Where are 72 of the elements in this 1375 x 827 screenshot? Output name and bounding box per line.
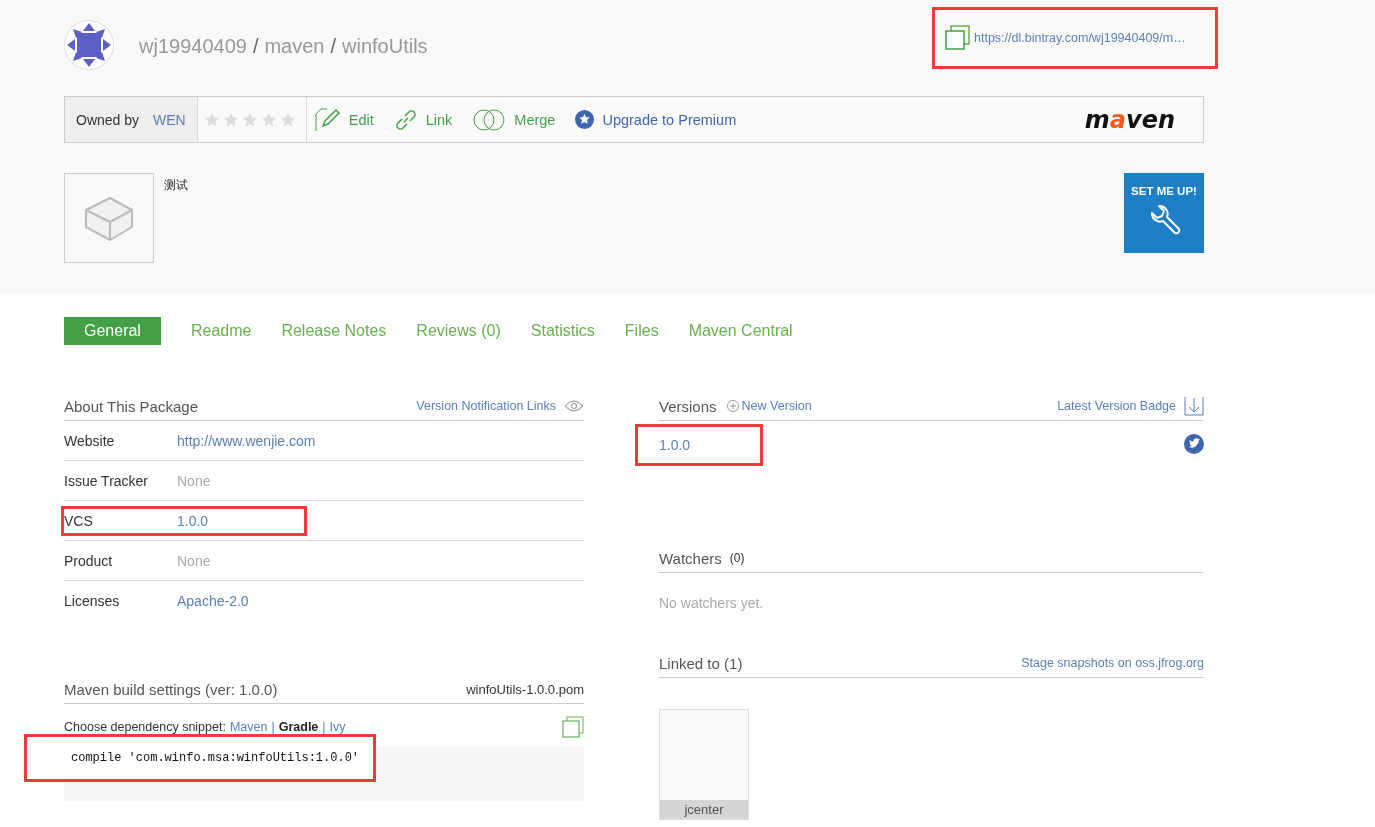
plus-circle-icon[interactable] — [726, 400, 739, 412]
package-box-icon — [64, 173, 154, 263]
copy-icon[interactable] — [562, 716, 584, 738]
owner-link[interactable]: WEN — [153, 111, 186, 128]
download-url-link[interactable]: https://dl.bintray.com/wj19940409/m… — [974, 31, 1186, 45]
new-version-link[interactable]: New Version — [741, 399, 812, 413]
section-title: Watchers — [659, 549, 722, 567]
star-icon[interactable] — [222, 111, 239, 128]
tab[interactable]: Readme — [190, 317, 252, 345]
watcher-count: (0) — [729, 551, 745, 565]
tab[interactable]: Files — [624, 317, 659, 345]
chain-link-icon — [393, 107, 418, 132]
copy-icon[interactable] — [945, 25, 971, 51]
star-icon[interactable] — [203, 111, 220, 128]
field-value: None — [177, 472, 211, 489]
empty-message: No watchers yet. — [659, 595, 765, 613]
field-label: Licenses — [64, 592, 121, 609]
download-icon[interactable] — [1184, 396, 1204, 416]
section-title: About This Package — [64, 397, 198, 415]
section-title: Linked to (1) — [659, 654, 743, 672]
version-link[interactable]: 1.0.0 — [635, 424, 764, 466]
star-icon[interactable] — [260, 111, 277, 128]
snippet-label: Choose dependency snippet: — [64, 720, 226, 734]
stage-snapshots-link[interactable]: Stage snapshots on oss.jfrog.org — [1021, 656, 1204, 670]
pom-filename: winfoUtils-1.0.0.pom — [466, 681, 584, 697]
field-label: Product — [64, 552, 114, 569]
package-description: 测试 — [164, 177, 188, 194]
twitter-icon[interactable] — [1184, 433, 1204, 454]
avatar-icon — [64, 20, 114, 70]
star-icon[interactable] — [241, 111, 258, 128]
star-icon[interactable] — [279, 111, 296, 128]
breadcrumb-separator: / — [330, 34, 337, 58]
section-title: Versions — [659, 397, 717, 415]
snippet-option[interactable]: Ivy — [329, 720, 346, 734]
field-label: Website — [64, 432, 116, 449]
edit-button[interactable]: Edit — [314, 107, 374, 132]
separator: | — [322, 720, 326, 734]
field-link[interactable]: http://www.wenjie.com — [177, 432, 316, 449]
section-title: Maven build settings (ver: 1.0.0) — [64, 680, 278, 698]
premium-button[interactable]: Upgrade to Premium — [575, 110, 737, 129]
snippet-option[interactable]: Maven — [229, 720, 268, 734]
merge-button[interactable]: Merge — [472, 108, 556, 131]
link-button[interactable]: Link — [393, 107, 453, 132]
owned-by-label: Owned by — [76, 111, 140, 128]
field-value: None — [177, 552, 211, 569]
repository-link[interactable]: maven — [264, 34, 325, 58]
separator: | — [271, 720, 275, 734]
star-badge-icon — [575, 110, 595, 129]
overlapping-circles-icon — [472, 108, 507, 131]
notification-link[interactable]: Version Notification Links — [416, 399, 556, 413]
field-link[interactable]: 1.0.0 — [177, 512, 209, 529]
maven-logo: maven — [1084, 104, 1175, 136]
tab[interactable]: Release Notes — [281, 317, 387, 345]
field-label: Issue Tracker — [64, 472, 150, 489]
breadcrumb-separator: / — [252, 34, 259, 58]
package-name: winfoUtils — [342, 34, 428, 58]
code-text: compile 'com.winfo.msa:winfoUtils:1.0.0' — [24, 734, 376, 782]
tab[interactable]: Reviews (0) — [416, 317, 501, 345]
tab[interactable]: Statistics — [530, 317, 595, 345]
snippet-option[interactable]: Gradle — [278, 720, 319, 734]
field-label: VCS — [64, 512, 94, 529]
eye-icon[interactable] — [564, 400, 584, 412]
tab[interactable]: General — [64, 317, 161, 345]
tab[interactable]: Maven Central — [688, 317, 793, 345]
repository-name: jcenter — [660, 800, 748, 819]
repository-card[interactable]: jcenter — [659, 709, 749, 820]
edit-icon — [314, 107, 341, 132]
field-link[interactable]: Apache-2.0 — [177, 592, 249, 609]
badge-link[interactable]: Latest Version Badge — [1057, 399, 1176, 413]
star-rating[interactable] — [203, 111, 296, 128]
owner-link[interactable]: wj19940409 — [139, 34, 247, 58]
set-me-up-button[interactable]: SET ME UP! — [1124, 173, 1204, 253]
